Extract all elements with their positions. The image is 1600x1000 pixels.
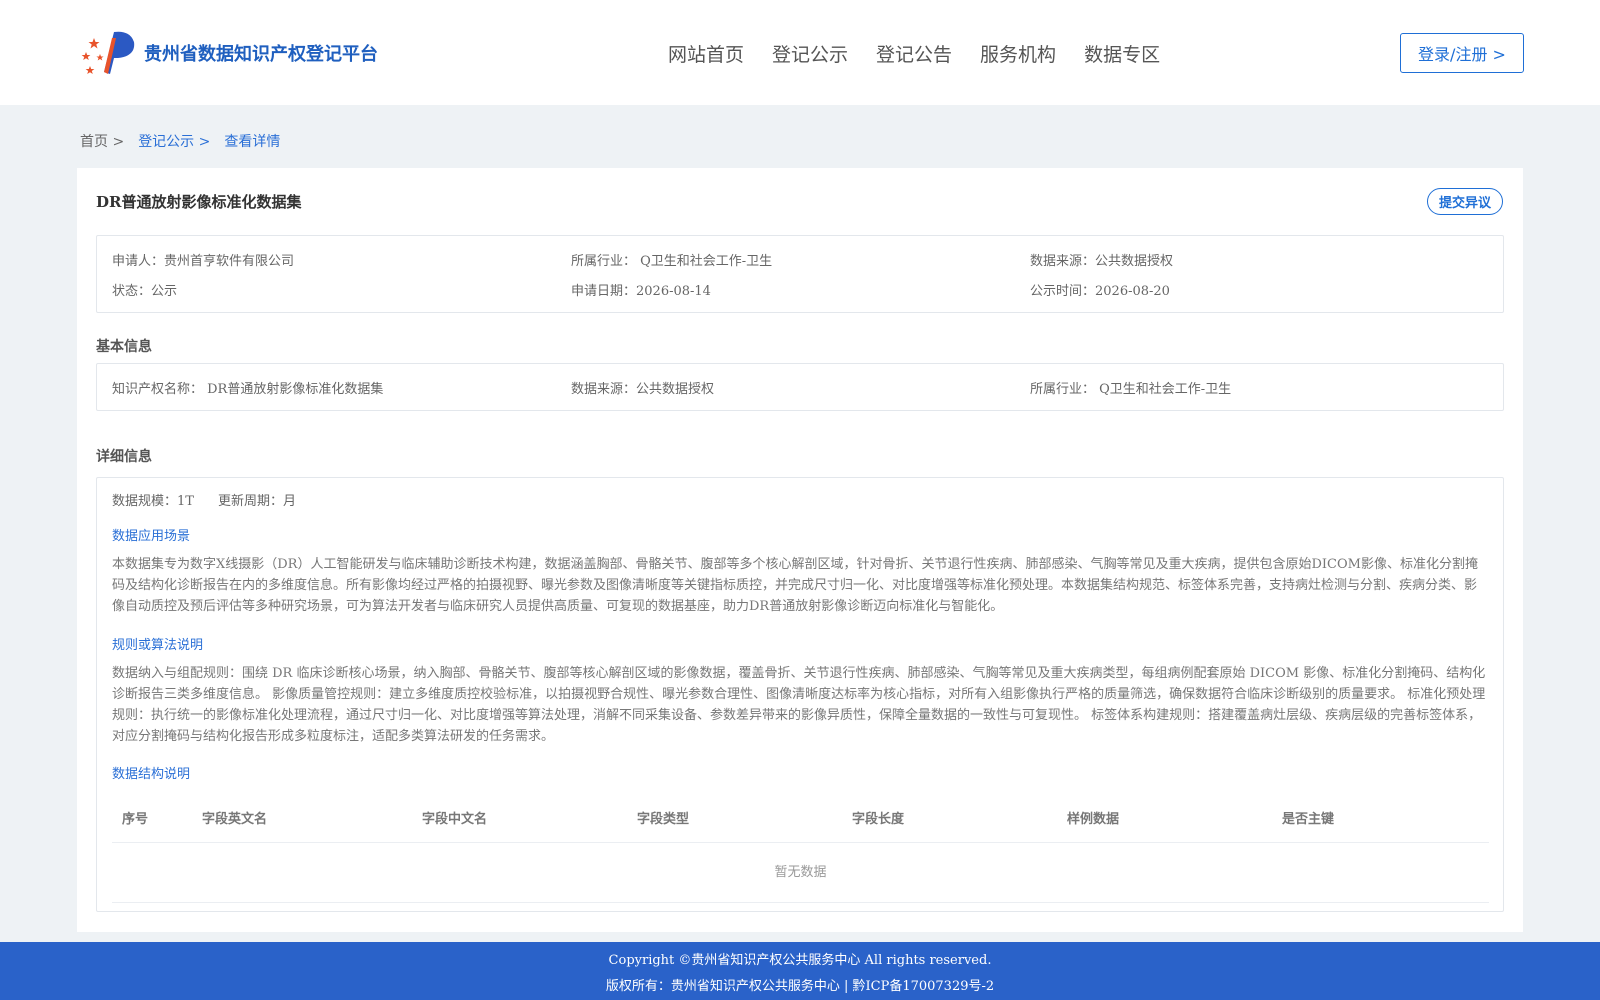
col-index: 序号 <box>122 812 149 827</box>
detail-info-panel: 数据规模：1T 更新周期：月 数据应用场景 本数据集专为数字X线摄影（DR）人工… <box>96 477 1504 912</box>
col-cn-name: 字段中文名 <box>422 812 488 827</box>
rules-text: 数据纳入与组配规则：围绕 DR 临床诊断核心场景，纳入胸部、骨骼关节、腹部等核心… <box>112 666 1486 744</box>
top-header: 贵州省数据知识产权登记平台 网站首页 登记公示 登记公告 服务机构 数据专区 登… <box>0 0 1600 105</box>
breadcrumb-registration-notice[interactable]: 登记公示 > <box>138 131 210 151</box>
basic-info-title: 基本信息 <box>96 339 152 355</box>
login-register-button[interactable]: 登录/注册 > <box>1400 33 1524 73</box>
nav-service-agencies[interactable]: 服务机构 <box>980 40 1056 67</box>
footer-owner: 版权所有：贵州省知识产权公共服务中心 | 黔ICP备17007329号-2 <box>605 979 995 994</box>
structure-title: 数据结构说明 <box>112 767 191 782</box>
platform-logo-icon <box>81 31 135 74</box>
page-title: DR普通放射影像标准化数据集 <box>96 193 302 211</box>
col-en-name: 字段英文名 <box>202 812 268 827</box>
col-primary-key: 是否主键 <box>1282 812 1335 827</box>
empty-state: 暂无数据 <box>112 843 1489 903</box>
nav-home[interactable]: 网站首页 <box>668 40 744 67</box>
applicant: 申请人：贵州首亨软件有限公司 <box>112 254 295 269</box>
footer-copyright: Copyright ©贵州省知识产权公共服务中心 All rights rese… <box>608 953 992 968</box>
basic-industry: 所属行业： Q卫生和社会工作-卫生 <box>1030 382 1232 397</box>
nav-data-zone[interactable]: 数据专区 <box>1084 40 1160 67</box>
publish-time: 公示时间：2026-08-20 <box>1030 284 1170 299</box>
breadcrumb: 首页 > 登记公示 > 查看详情 <box>80 131 294 151</box>
structure-table-header: 序号 字段英文名 字段中文名 字段类型 字段长度 样例数据 是否主键 <box>112 800 1489 843</box>
col-length: 字段长度 <box>852 812 905 827</box>
basic-info-panel: 知识产权名称： DR普通放射影像标准化数据集 数据来源：公共数据授权 所属行业：… <box>96 363 1504 411</box>
data-source: 数据来源：公共数据授权 <box>1030 254 1174 269</box>
logo[interactable]: 贵州省数据知识产权登记平台 <box>80 28 378 78</box>
detail-card: DR普通放射影像标准化数据集 提交异议 申请人：贵州首亨软件有限公司 所属行业：… <box>77 168 1523 932</box>
ip-name: 知识产权名称： DR普通放射影像标准化数据集 <box>112 382 384 397</box>
update-cycle: 更新周期：月 <box>218 494 297 509</box>
apply-date: 申请日期：2026-08-14 <box>571 284 711 299</box>
basic-data-source: 数据来源：公共数据授权 <box>571 382 715 397</box>
col-type: 字段类型 <box>637 812 690 827</box>
rules-title: 规则或算法说明 <box>112 638 204 653</box>
footer: Copyright ©贵州省知识产权公共服务中心 All rights rese… <box>0 942 1600 1000</box>
scenario-text: 本数据集专为数字X线摄影（DR）人工智能研发与临床辅助诊断技术构建，数据涵盖胸部… <box>112 557 1478 614</box>
col-sample: 样例数据 <box>1067 812 1120 827</box>
main-nav: 网站首页 登记公示 登记公告 服务机构 数据专区 <box>668 40 1188 67</box>
summary-panel: 申请人：贵州首亨软件有限公司 所属行业： Q卫生和社会工作-卫生 数据来源：公共… <box>96 235 1504 313</box>
nav-registration-notice[interactable]: 登记公示 <box>772 40 848 67</box>
submit-objection-button[interactable]: 提交异议 <box>1427 188 1503 215</box>
scenario-title: 数据应用场景 <box>112 529 191 544</box>
nav-registration-announcement[interactable]: 登记公告 <box>876 40 952 67</box>
platform-name: 贵州省数据知识产权登记平台 <box>144 44 378 65</box>
breadcrumb-current: 查看详情 <box>224 134 281 150</box>
detail-info-title: 详细信息 <box>96 449 152 465</box>
breadcrumb-home[interactable]: 首页 > <box>80 131 124 151</box>
data-scale: 数据规模：1T <box>112 494 194 509</box>
status: 状态：公示 <box>112 284 178 299</box>
industry: 所属行业： Q卫生和社会工作-卫生 <box>571 254 773 269</box>
